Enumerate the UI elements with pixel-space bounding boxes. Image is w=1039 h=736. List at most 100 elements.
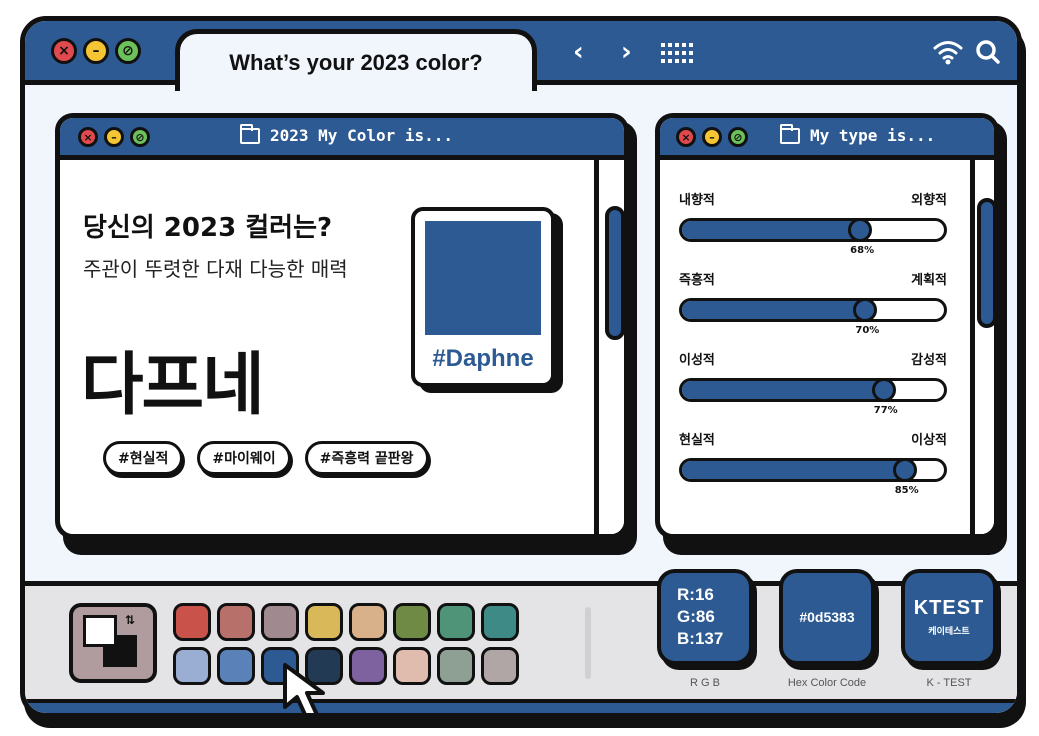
- page-stage: × – ⊘ What’s your 2023 color? ‹ › × – ⊘ …: [20, 16, 1026, 728]
- close-icon[interactable]: ×: [51, 38, 77, 64]
- dock-divider: [585, 607, 591, 679]
- main-window: × – ⊘ What’s your 2023 color? ‹ › × – ⊘ …: [20, 16, 1022, 718]
- tag-chip[interactable]: #마이웨이: [197, 441, 291, 475]
- swap-icon[interactable]: ⇅: [125, 613, 135, 627]
- foreground-color[interactable]: [83, 615, 117, 647]
- maximize-icon[interactable]: ⊘: [130, 127, 150, 147]
- swatch-card: #Daphne: [411, 207, 555, 387]
- tab-main-title[interactable]: What’s your 2023 color?: [175, 29, 537, 91]
- trait-right-label: 이상적: [911, 433, 947, 448]
- color-panel-titlebar: × – ⊘ 2023 My Color is...: [60, 118, 624, 160]
- trait-slider-knob[interactable]: [871, 378, 896, 402]
- palette-swatch[interactable]: [437, 603, 475, 641]
- main-titlebar: × – ⊘ What’s your 2023 color? ‹ ›: [25, 21, 1017, 91]
- hex-value: #0d5383: [799, 609, 855, 625]
- palette-swatch[interactable]: [393, 603, 431, 641]
- trait-slider[interactable]: 70%: [679, 298, 947, 336]
- type-panel-titlebar: × – ⊘ My type is...: [660, 118, 994, 160]
- trait-left-label: 즉흥적: [679, 273, 715, 288]
- maximize-icon[interactable]: ⊘: [728, 127, 748, 147]
- color-panel-scrollbar[interactable]: [594, 160, 624, 534]
- folder-icon: [239, 123, 260, 144]
- trait-slider[interactable]: 68%: [679, 218, 947, 256]
- type-panel-title-text: My type is...: [810, 126, 936, 145]
- palette-swatch[interactable]: [481, 647, 519, 685]
- type-panel-controls: × – ⊘: [676, 127, 748, 147]
- palette-swatch[interactable]: [261, 603, 299, 641]
- trait-slider-fill: [682, 301, 866, 319]
- ktest-subtitle: 케이테스트: [928, 626, 970, 636]
- palette-swatch[interactable]: [173, 647, 211, 685]
- palette-swatch[interactable]: [173, 603, 211, 641]
- dock-bottom-bar: [25, 699, 1017, 713]
- hex-box[interactable]: #0d5383: [779, 569, 875, 665]
- description: 주관이 뚜렷한 다재 다능한 매력: [83, 257, 348, 281]
- rgb-caption: R G B: [690, 677, 720, 689]
- trait-percent: 77%: [873, 405, 898, 416]
- palette-swatch[interactable]: [217, 647, 255, 685]
- trait-right-label: 외향적: [911, 193, 947, 208]
- palette-swatch[interactable]: [349, 603, 387, 641]
- trait-labels: 이성적 감성적: [679, 349, 947, 368]
- trait-slider-knob[interactable]: [853, 298, 878, 322]
- trait-slider-knob[interactable]: [892, 458, 917, 482]
- trait-row: 현실적 이상적 85%: [679, 429, 947, 496]
- palette-swatch[interactable]: [305, 603, 343, 641]
- hex-caption: Hex Color Code: [787, 677, 867, 689]
- forward-button[interactable]: ›: [621, 35, 632, 69]
- tag-chip[interactable]: #즉흥력 끝판왕: [304, 441, 429, 475]
- palette-swatch[interactable]: [349, 647, 387, 685]
- color-palette: [173, 603, 563, 685]
- back-button[interactable]: ‹: [573, 35, 584, 69]
- trait-labels: 내향적 외향적: [679, 189, 947, 208]
- trait-left-label: 이성적: [679, 353, 715, 368]
- rgb-r: R:16: [677, 585, 714, 604]
- ktest-logo-box[interactable]: KTEST 케이테스트: [901, 569, 997, 665]
- window-controls: × – ⊘: [51, 38, 141, 64]
- minimize-icon[interactable]: –: [702, 127, 722, 147]
- color-swatch: [425, 221, 541, 335]
- palette-swatch[interactable]: [437, 647, 475, 685]
- folder-icon: [779, 123, 800, 144]
- color-panel-title: 2023 My Color is...: [239, 123, 453, 145]
- scrollbar-thumb[interactable]: [977, 198, 994, 328]
- palette-swatch[interactable]: [393, 647, 431, 685]
- rgb-b: B:137: [677, 629, 724, 648]
- color-panel-controls: × – ⊘: [78, 127, 150, 147]
- type-panel-scrollbar[interactable]: [970, 160, 994, 534]
- trait-row: 내향적 외향적 68%: [679, 189, 947, 256]
- maximize-icon[interactable]: ⊘: [115, 38, 141, 64]
- palette-spacer: [525, 603, 563, 641]
- close-icon[interactable]: ×: [676, 127, 696, 147]
- fg-bg-color-picker[interactable]: ⇅: [69, 603, 157, 683]
- trait-percent: 85%: [894, 485, 919, 496]
- trait-percent: 68%: [850, 245, 875, 256]
- mouse-cursor-icon: [283, 663, 325, 713]
- palette-swatch[interactable]: [217, 603, 255, 641]
- trait-percent: 70%: [855, 325, 880, 336]
- trait-labels: 현실적 이상적: [679, 429, 947, 448]
- scrollbar-thumb[interactable]: [605, 206, 624, 340]
- grid-icon[interactable]: [661, 43, 695, 63]
- rgb-box[interactable]: R:16 G:86 B:137: [657, 569, 753, 665]
- close-icon[interactable]: ×: [78, 127, 98, 147]
- trait-right-label: 감성적: [911, 353, 947, 368]
- color-name: 다프네: [81, 346, 265, 425]
- trait-slider[interactable]: 77%: [679, 378, 947, 416]
- minimize-icon[interactable]: –: [83, 38, 109, 64]
- trait-row: 즉흥적 계획적 70%: [679, 269, 947, 336]
- headline: 당신의 2023 컬러는?: [83, 213, 333, 243]
- trait-slider-fill: [682, 461, 905, 479]
- trait-slider[interactable]: 85%: [679, 458, 947, 496]
- palette-swatch[interactable]: [481, 603, 519, 641]
- rgb-g: G:86: [677, 607, 715, 626]
- trait-left-label: 현실적: [679, 433, 715, 448]
- search-icon[interactable]: [975, 39, 1001, 65]
- trait-slider-fill: [682, 381, 884, 399]
- ktest-logo: KTEST: [913, 597, 985, 619]
- trait-slider-fill: [682, 221, 861, 239]
- trait-slider-knob[interactable]: [848, 218, 873, 242]
- minimize-icon[interactable]: –: [104, 127, 124, 147]
- trait-labels: 즉흥적 계획적: [679, 269, 947, 288]
- tag-chip[interactable]: #현실적: [103, 441, 184, 475]
